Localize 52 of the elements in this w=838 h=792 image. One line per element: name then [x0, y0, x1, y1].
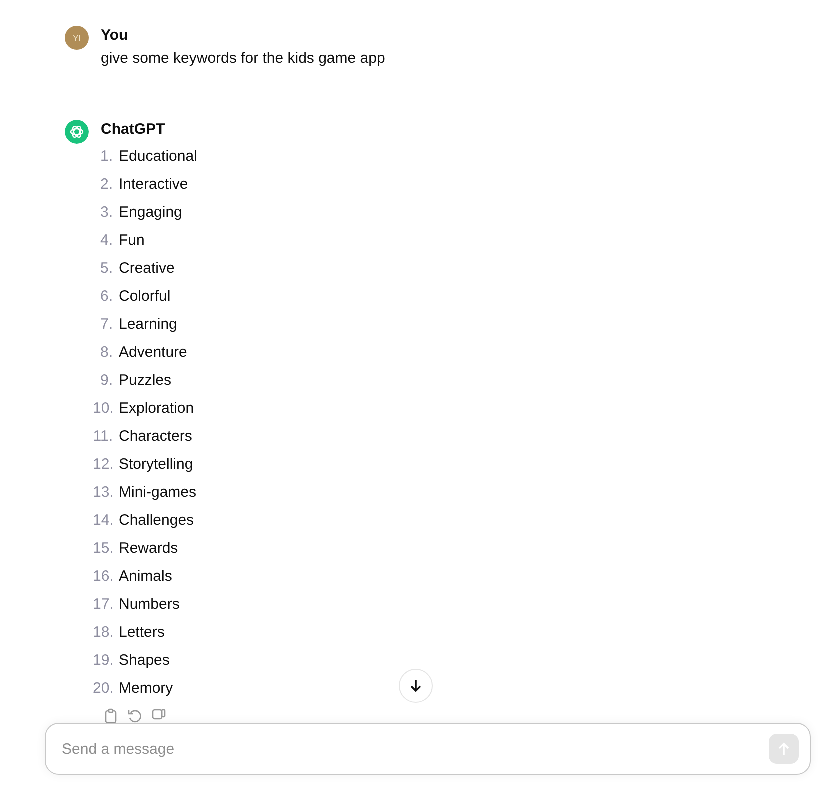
keyword-text: Characters	[119, 428, 192, 444]
scroll-down-button[interactable]	[399, 669, 433, 703]
list-number: 12.	[93, 456, 113, 472]
message-text: give some keywords for the kids game app	[101, 49, 386, 69]
arrow-down-icon	[408, 678, 424, 694]
keyword-text: Creative	[119, 260, 175, 276]
keyword-text: Mini-games	[119, 484, 197, 500]
list-number: 14.	[93, 512, 113, 528]
list-number: 4.	[99, 232, 113, 248]
list-number: 7.	[99, 316, 113, 332]
list-number: 5.	[99, 260, 113, 276]
list-number: 16.	[93, 568, 113, 584]
assistant-logo-icon	[65, 120, 89, 144]
author-name: You	[101, 26, 130, 46]
keyword-text: Fun	[119, 232, 145, 248]
list-number: 15.	[93, 540, 113, 556]
keyword-text: Letters	[119, 624, 165, 640]
list-number: 2.	[99, 176, 113, 192]
list-number: 11.	[93, 428, 113, 444]
regenerate-icon[interactable]	[127, 708, 143, 724]
list-number: 19.	[93, 652, 113, 668]
list-number: 9.	[99, 372, 113, 388]
message-field[interactable]: Send a message	[45, 723, 811, 775]
keyword-text: Puzzles	[119, 372, 172, 388]
list-number: 17.	[93, 596, 113, 612]
keyword-text: Adventure	[119, 344, 188, 360]
keyword-text: Educational	[119, 148, 198, 164]
list-number: 20.	[93, 680, 113, 696]
keyword-text: Numbers	[119, 596, 180, 612]
keyword-text: Storytelling	[119, 456, 194, 472]
keyword-text: Colorful	[119, 288, 171, 304]
keyword-text: Learning	[119, 316, 178, 332]
list-number: 10.	[93, 400, 113, 416]
keyword-text: Challenges	[119, 512, 194, 528]
list-number: 6.	[99, 288, 113, 304]
keyword-text: Exploration	[119, 400, 194, 416]
keyword-text: Memory	[119, 680, 174, 696]
keyword-text: Interactive	[119, 176, 188, 192]
list-number: 18.	[93, 624, 113, 640]
list-number: 3.	[99, 204, 113, 220]
keyword-text: Animals	[119, 568, 172, 584]
keyword-text: Shapes	[119, 652, 170, 668]
keyword-text: Rewards	[119, 540, 178, 556]
clipboard-icon[interactable]	[103, 708, 119, 724]
arrow-up-icon	[776, 741, 792, 757]
user-avatar: YI	[65, 26, 89, 50]
keyword-text: Engaging	[119, 204, 182, 220]
author-name: ChatGPT	[101, 120, 166, 140]
message-input[interactable]: Send a message	[46, 740, 769, 758]
list-number: 8.	[99, 344, 113, 360]
list-number: 1.	[99, 148, 113, 164]
list-number: 13.	[93, 484, 113, 500]
